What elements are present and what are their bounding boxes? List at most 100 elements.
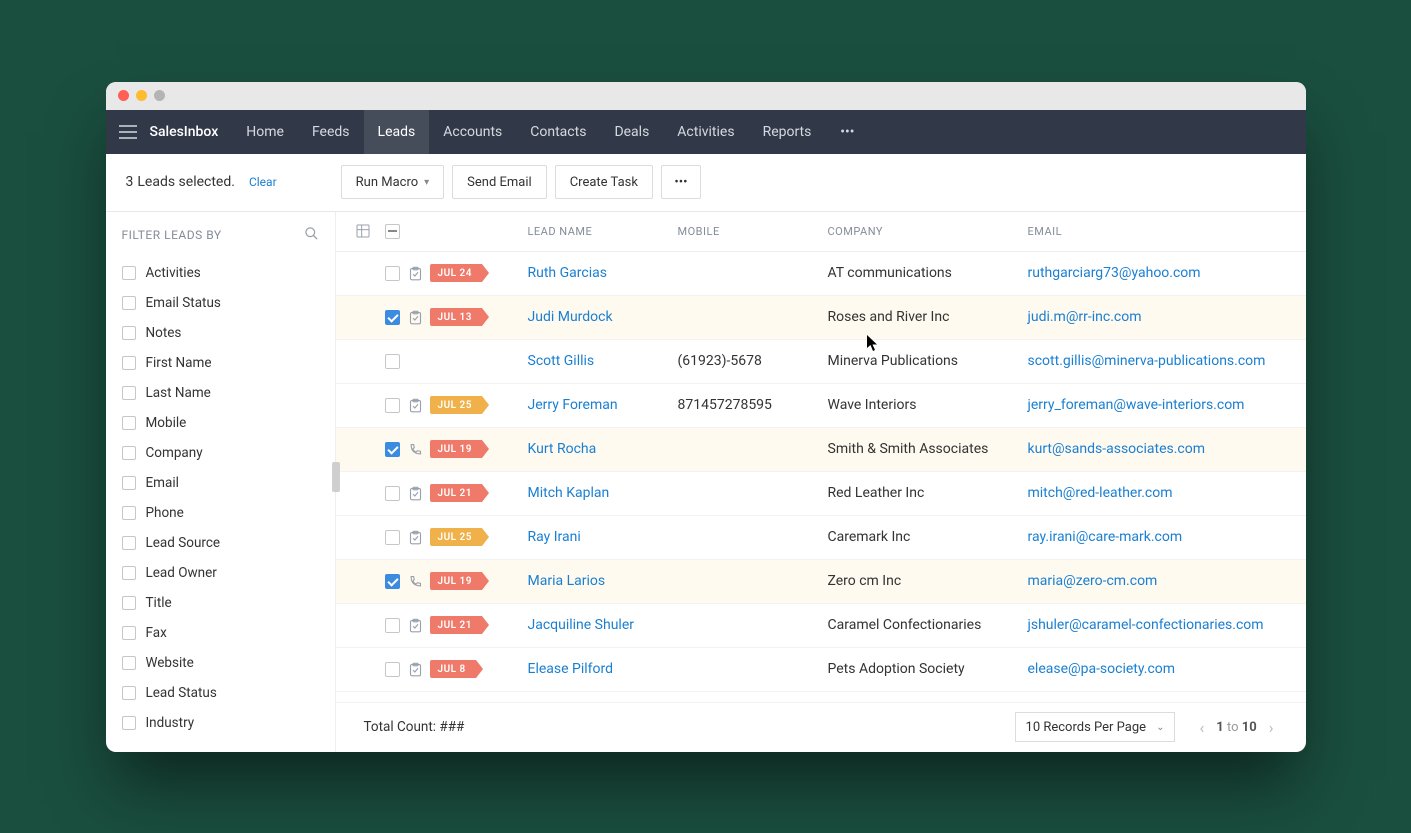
checkbox-icon[interactable] <box>122 416 136 430</box>
lead-name-link[interactable]: Jerry Foreman <box>528 397 678 413</box>
filter-item[interactable]: Mobile <box>122 408 319 438</box>
col-header-lead-name[interactable]: LEAD NAME <box>528 225 678 238</box>
filter-item[interactable]: Last Name <box>122 378 319 408</box>
row-checkbox[interactable] <box>385 398 400 413</box>
checkbox-icon[interactable] <box>122 536 136 550</box>
table-row[interactable]: JUL 21Mitch KaplanRed Leather Incmitch@r… <box>336 472 1306 516</box>
checkbox-icon[interactable] <box>122 626 136 640</box>
filter-item[interactable]: Fax <box>122 618 319 648</box>
table-row[interactable]: Scott Gillis(61923)-5678Minerva Publicat… <box>336 340 1306 384</box>
table-row[interactable]: JUL 25Jerry Foreman871457278595Wave Inte… <box>336 384 1306 428</box>
nav-item-home[interactable]: Home <box>232 110 298 154</box>
more-actions-button[interactable]: ••• <box>661 165 701 199</box>
filter-item[interactable]: Website <box>122 648 319 678</box>
checkbox-icon[interactable] <box>122 446 136 460</box>
table-row[interactable]: JUL 8Elease PilfordPets Adoption Society… <box>336 648 1306 692</box>
checkbox-icon[interactable] <box>122 686 136 700</box>
column-settings-icon[interactable] <box>348 223 378 239</box>
send-email-button[interactable]: Send Email <box>452 165 547 199</box>
table-row[interactable]: JUL 24Ruth GarciasAT communicationsruthg… <box>336 252 1306 296</box>
checkbox-icon[interactable] <box>122 656 136 670</box>
lead-email-link[interactable]: jshuler@caramel-confectionaries.com <box>1028 617 1306 633</box>
run-macro-button[interactable]: Run Macro▾ <box>341 165 445 199</box>
lead-name-link[interactable]: Ruth Garcias <box>528 265 678 281</box>
row-checkbox[interactable] <box>385 574 400 589</box>
checkbox-icon[interactable] <box>122 476 136 490</box>
nav-more-icon[interactable]: ••• <box>825 124 869 140</box>
row-checkbox[interactable] <box>385 618 400 633</box>
row-checkbox[interactable] <box>385 486 400 501</box>
table-row[interactable]: JUL 19Maria LariosZero cm Incmaria@zero-… <box>336 560 1306 604</box>
table-row[interactable]: JUL 25Ray IraniCaremark Incray.irani@car… <box>336 516 1306 560</box>
close-window-icon[interactable] <box>118 90 129 101</box>
menu-icon[interactable] <box>106 125 150 139</box>
select-all-checkbox[interactable] <box>378 224 408 239</box>
table-row[interactable]: JUL 13Judi MurdockRoses and River Incjud… <box>336 296 1306 340</box>
lead-name-link[interactable]: Judi Murdock <box>528 309 678 325</box>
filter-item[interactable]: Lead Owner <box>122 558 319 588</box>
records-per-page-select[interactable]: 10 Records Per Page ⌄ <box>1015 712 1176 742</box>
minimize-window-icon[interactable] <box>136 90 147 101</box>
table-row[interactable]: JUL 19Kurt RochaSmith & Smith Associates… <box>336 428 1306 472</box>
filter-item[interactable]: Email <box>122 468 319 498</box>
nav-item-activities[interactable]: Activities <box>663 110 748 154</box>
row-checkbox[interactable] <box>385 530 400 545</box>
lead-name-link[interactable]: Kurt Rocha <box>528 441 678 457</box>
col-header-email[interactable]: EMAIL <box>1028 225 1306 238</box>
lead-email-link[interactable]: ray.irani@care-mark.com <box>1028 529 1306 545</box>
lead-email-link[interactable]: elease@pa-society.com <box>1028 661 1306 677</box>
nav-item-contacts[interactable]: Contacts <box>516 110 600 154</box>
brand-label[interactable]: SalesInbox <box>150 124 233 140</box>
lead-email-link[interactable]: ruthgarciarg73@yahoo.com <box>1028 265 1306 281</box>
lead-name-link[interactable]: Jacquiline Shuler <box>528 617 678 633</box>
lead-name-link[interactable]: Scott Gillis <box>528 353 678 369</box>
row-checkbox[interactable] <box>385 662 400 677</box>
filter-item[interactable]: First Name <box>122 348 319 378</box>
col-header-company[interactable]: COMPANY <box>828 225 1028 238</box>
lead-email-link[interactable]: jerry_foreman@wave-interiors.com <box>1028 397 1306 413</box>
search-icon[interactable] <box>304 226 319 244</box>
row-checkbox[interactable] <box>385 266 400 281</box>
filter-item[interactable]: Activities <box>122 258 319 288</box>
filter-item[interactable]: Notes <box>122 318 319 348</box>
filter-item[interactable]: Email Status <box>122 288 319 318</box>
row-checkbox[interactable] <box>385 310 400 325</box>
create-task-button[interactable]: Create Task <box>555 165 653 199</box>
nav-item-leads[interactable]: Leads <box>364 110 430 154</box>
nav-item-deals[interactable]: Deals <box>600 110 663 154</box>
checkbox-icon[interactable] <box>122 356 136 370</box>
filter-item[interactable]: Company <box>122 438 319 468</box>
row-checkbox[interactable] <box>385 442 400 457</box>
maximize-window-icon[interactable] <box>154 90 165 101</box>
checkbox-icon[interactable] <box>122 326 136 340</box>
sidebar-resize-handle[interactable] <box>332 462 340 492</box>
row-checkbox[interactable] <box>385 354 400 369</box>
lead-name-link[interactable]: Elease Pilford <box>528 661 678 677</box>
filter-item[interactable]: Lead Status <box>122 678 319 708</box>
nav-item-reports[interactable]: Reports <box>749 110 826 154</box>
checkbox-icon[interactable] <box>122 296 136 310</box>
checkbox-icon[interactable] <box>122 386 136 400</box>
lead-name-link[interactable]: Mitch Kaplan <box>528 485 678 501</box>
lead-name-link[interactable]: Ray Irani <box>528 529 678 545</box>
filter-item[interactable]: Phone <box>122 498 319 528</box>
filter-item[interactable]: Industry <box>122 708 319 738</box>
col-header-mobile[interactable]: MOBILE <box>678 225 828 238</box>
lead-email-link[interactable]: maria@zero-cm.com <box>1028 573 1306 589</box>
checkbox-icon[interactable] <box>122 566 136 580</box>
lead-email-link[interactable]: kurt@sands-associates.com <box>1028 441 1306 457</box>
lead-email-link[interactable]: scott.gillis@minerva-publications.com <box>1028 353 1306 369</box>
filter-item[interactable]: Title <box>122 588 319 618</box>
checkbox-icon[interactable] <box>122 266 136 280</box>
checkbox-icon[interactable] <box>122 716 136 730</box>
nav-item-feeds[interactable]: Feeds <box>298 110 364 154</box>
clear-selection-link[interactable]: Clear <box>249 175 277 189</box>
next-page-icon[interactable]: › <box>1265 718 1278 737</box>
nav-item-accounts[interactable]: Accounts <box>429 110 516 154</box>
table-row[interactable]: JUL 21Jacquiline ShulerCaramel Confectio… <box>336 604 1306 648</box>
lead-email-link[interactable]: mitch@red-leather.com <box>1028 485 1306 501</box>
prev-page-icon[interactable]: ‹ <box>1195 718 1208 737</box>
checkbox-icon[interactable] <box>122 596 136 610</box>
lead-name-link[interactable]: Maria Larios <box>528 573 678 589</box>
checkbox-icon[interactable] <box>122 506 136 520</box>
